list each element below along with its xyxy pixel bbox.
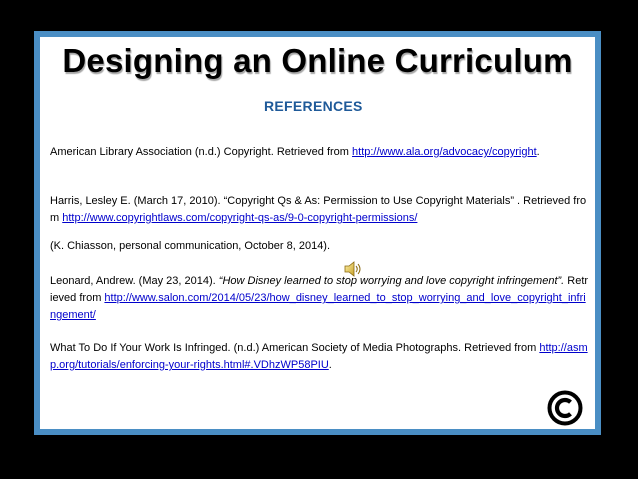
reference-link[interactable]: http://www.salon.com/2014/05/23/how_disn… xyxy=(50,292,586,321)
slide-title: Designing an Online Curriculum xyxy=(62,42,573,79)
slide: Designing an Online Curriculum REFERENCE… xyxy=(40,37,595,429)
reference-text: American Library Association (n.d.) Copy… xyxy=(50,146,353,158)
slide-subtitle: REFERENCES xyxy=(264,98,363,114)
speaker-icon[interactable] xyxy=(343,259,363,279)
reference-item: American Library Association (n.d.) Copy… xyxy=(50,144,590,161)
reference-item: Harris, Lesley E. (March 17, 2010). “Cop… xyxy=(50,193,590,227)
reference-text: Leonard, Andrew. (May 23, 2014). xyxy=(50,275,219,287)
reference-text-after: . xyxy=(536,146,540,158)
reference-item: (K. Chiasson, personal communication, Oc… xyxy=(50,238,590,255)
reference-link[interactable]: http://www.ala.org/advocacy/copyright xyxy=(352,146,537,158)
reference-link[interactable]: http://www.copyrightlaws.com/copyright-q… xyxy=(62,212,417,224)
reference-article-title: “How Disney learned to stop worrying and… xyxy=(218,275,565,287)
reference-text: (K. Chiasson, personal communication, Oc… xyxy=(50,240,331,252)
reference-item: What To Do If Your Work Is Infringed. (n… xyxy=(50,340,590,374)
copyright-icon xyxy=(547,390,583,426)
reference-item: Leonard, Andrew. (May 23, 2014). “How Di… xyxy=(50,273,590,324)
reference-text: What To Do If Your Work Is Infringed. (n… xyxy=(50,342,540,354)
reference-text-after: . xyxy=(328,359,332,371)
